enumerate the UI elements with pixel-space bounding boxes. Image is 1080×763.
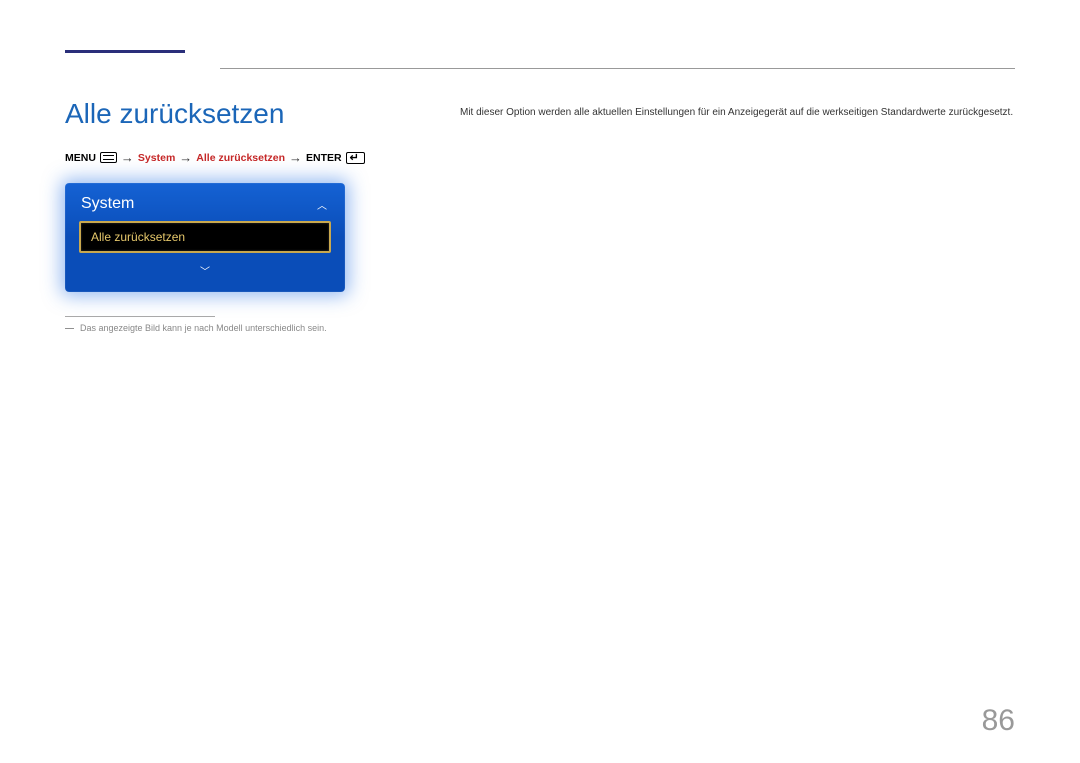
arrow-icon: → — [121, 150, 134, 165]
enter-icon — [346, 152, 365, 164]
chevron-up-icon[interactable]: ︿ — [317, 197, 327, 212]
footnote-divider — [65, 316, 215, 317]
tv-menu-title: System — [81, 195, 134, 213]
chevron-down-icon[interactable]: ﹀ — [79, 263, 331, 278]
page-content: Alle zurücksetzen Mit dieser Option werd… — [65, 60, 1015, 333]
menu-label: MENU — [65, 152, 96, 164]
menu-breadcrumb: MENU → System → Alle zurücksetzen → ENTE… — [65, 150, 1015, 165]
tv-menu-item-label: Alle zurücksetzen — [91, 230, 185, 244]
menu-icon — [100, 152, 117, 163]
tv-menu-footer: ﹀ — [79, 253, 331, 282]
arrow-icon: → — [289, 150, 302, 165]
manual-page: Alle zurücksetzen Mit dieser Option werd… — [0, 0, 1080, 763]
tv-osd-menu: System ︿ Alle zurücksetzen ﹀ — [65, 183, 345, 292]
breadcrumb-system: System — [138, 152, 175, 164]
tv-menu-item-reset-all[interactable]: Alle zurücksetzen — [79, 221, 331, 253]
enter-label: ENTER — [306, 152, 342, 164]
page-number: 86 — [982, 704, 1015, 738]
feature-description: Mit dieser Option werden alle aktuellen … — [460, 105, 1015, 120]
breadcrumb-reset-all: Alle zurücksetzen — [196, 152, 285, 164]
footnote: ― Das angezeigte Bild kann je nach Model… — [65, 323, 1015, 333]
footnote-text: Das angezeigte Bild kann je nach Modell … — [80, 323, 327, 333]
tv-menu-header: System ︿ — [79, 193, 331, 221]
footnote-marker: ― — [65, 323, 74, 333]
section-marker — [65, 50, 185, 53]
arrow-icon: → — [179, 150, 192, 165]
